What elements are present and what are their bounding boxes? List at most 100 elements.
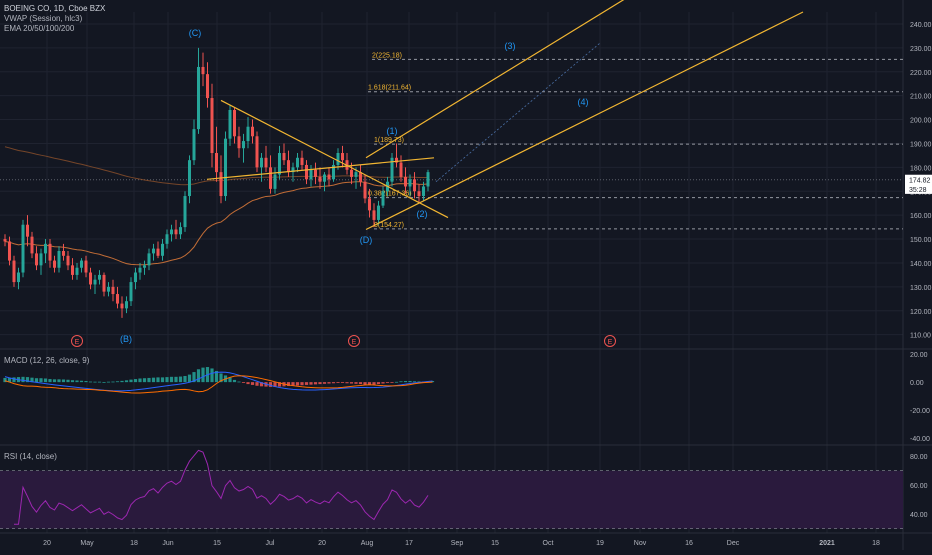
candle-body <box>138 267 142 273</box>
candle-body <box>170 229 173 235</box>
price-y-tick: 210.00 <box>910 94 932 101</box>
macd-histogram-bar <box>322 382 327 384</box>
x-axis-tick: Nov <box>634 540 647 547</box>
macd-histogram-bar <box>210 368 214 383</box>
chart-root[interactable]: 2(225.18) 1.618(211.64) 1(189.73) 0.382(167… <box>0 0 932 550</box>
candle-body <box>143 265 146 268</box>
price-y-tick: 110.00 <box>910 333 931 340</box>
x-axis-tick: 19 <box>596 540 604 547</box>
price-y-tick: 200.00 <box>910 118 932 125</box>
macd-histogram-bar <box>390 382 394 383</box>
candle-body <box>39 253 43 266</box>
candle-body <box>278 153 281 175</box>
macd-histogram-bar <box>102 381 106 383</box>
macd-histogram-bar <box>331 382 336 384</box>
candle-body <box>161 243 164 256</box>
candle-body <box>125 301 128 309</box>
candle-body <box>89 272 92 285</box>
candle-body <box>287 160 290 173</box>
macd-histogram-bar <box>183 375 187 383</box>
macd-histogram-bar <box>52 379 57 383</box>
candle-body <box>26 224 29 237</box>
x-axis-tick: Jun <box>162 540 173 547</box>
candle-body <box>309 169 313 180</box>
candle-body <box>12 260 16 283</box>
macd-histogram-bar <box>48 379 52 383</box>
candle-body <box>66 255 70 266</box>
x-axis-tick: Dec <box>727 540 740 547</box>
price-y-tick: 240.00 <box>910 22 932 29</box>
macd-histogram-bar <box>115 381 120 383</box>
macd-histogram-bar <box>309 382 313 385</box>
candle-body <box>201 66 205 75</box>
candle-body <box>21 224 25 273</box>
x-axis-tick: 17 <box>405 540 413 547</box>
candle-body <box>129 282 133 302</box>
price-y-tick: 190.00 <box>910 141 932 148</box>
candle-body <box>377 205 380 220</box>
price-y-tick: 230.00 <box>910 46 932 53</box>
candle-body <box>71 265 74 275</box>
x-axis-tick: 20 <box>318 540 326 547</box>
fib-level-label: 2(225.18) <box>372 52 402 59</box>
candle-body <box>57 251 61 268</box>
x-axis-tick: 2021 <box>819 540 835 547</box>
macd-histogram-bar <box>178 376 183 383</box>
rsi-y-tick: 60.00 <box>910 483 928 490</box>
candle-body <box>111 286 115 295</box>
candle-body <box>417 191 421 197</box>
macd-histogram-bar <box>43 378 48 383</box>
candle-body <box>323 174 326 182</box>
candle-body <box>381 191 385 206</box>
macd-histogram-bar <box>412 381 417 383</box>
macd-histogram-bar <box>354 382 358 384</box>
candle-body <box>305 164 308 180</box>
macd-histogram-bar <box>75 380 79 383</box>
macd-histogram-bar <box>300 382 304 386</box>
macd-histogram-bar <box>372 382 376 385</box>
x-axis-tick: 15 <box>491 540 499 547</box>
candle-body <box>341 153 344 161</box>
x-axis-tick: 18 <box>872 540 880 547</box>
earnings-marker-label: E <box>608 339 613 346</box>
macd-histogram-bar <box>246 382 250 385</box>
macd-histogram-bar <box>174 376 178 383</box>
macd-histogram-bar <box>133 379 138 383</box>
price-y-tick: 160.00 <box>910 213 932 220</box>
candle-body <box>98 274 101 280</box>
x-axis-tick: 16 <box>685 540 693 547</box>
candle-body <box>314 169 317 177</box>
x-axis-tick: May <box>80 540 94 547</box>
wave-label: (4) <box>578 97 589 107</box>
macd-histogram-bar <box>196 369 201 383</box>
macd-histogram-bar <box>160 377 165 383</box>
candle-body <box>399 162 403 177</box>
candle-body <box>147 253 151 266</box>
candle-body <box>80 260 83 268</box>
macd-histogram-bar <box>340 382 345 383</box>
candle-body <box>368 198 371 211</box>
macd-histogram-bar <box>138 378 142 383</box>
candle-body <box>318 176 322 182</box>
candle-body <box>183 196 187 228</box>
price-badge-label: 35:28 <box>909 187 927 194</box>
macd-histogram-bar <box>12 377 16 383</box>
candle-body <box>372 210 376 220</box>
macd-histogram-bar <box>129 379 133 383</box>
wave-label: (D) <box>360 235 373 245</box>
candle-body <box>228 109 232 139</box>
macd-histogram-bar <box>295 382 300 386</box>
macd-histogram-bar <box>363 382 367 385</box>
x-axis-tick: 18 <box>130 540 138 547</box>
earnings-marker-label: E <box>75 339 80 346</box>
macd-histogram-bar <box>376 382 381 385</box>
candle-body <box>62 251 65 256</box>
macd-histogram-bar <box>228 377 232 383</box>
price-y-tick: 120.00 <box>910 309 932 316</box>
wave-label: (C) <box>189 28 202 38</box>
candle-body <box>8 241 11 261</box>
candle-body <box>116 294 119 304</box>
chart-canvas[interactable]: 2(225.18)1.618(211.64)1(189.73)0.382(167… <box>0 0 932 550</box>
macd-histogram-bar <box>255 382 259 386</box>
candle-body <box>17 272 20 283</box>
